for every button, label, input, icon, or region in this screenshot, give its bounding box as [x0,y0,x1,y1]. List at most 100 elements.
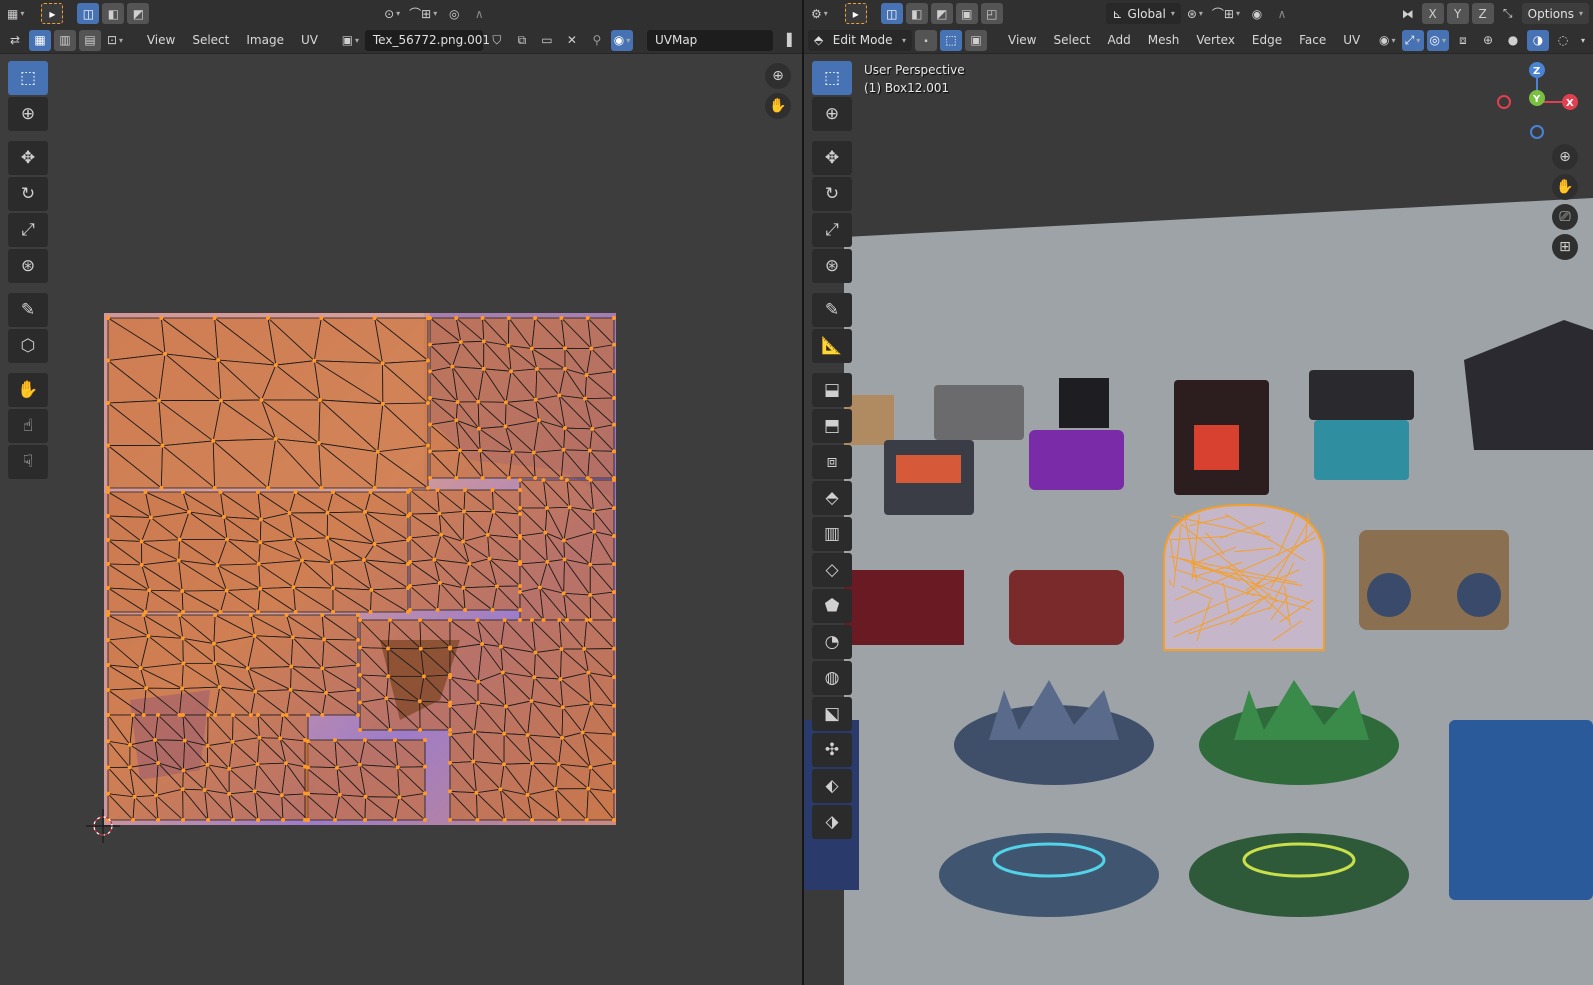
face-select-icon[interactable]: ▣ [965,29,987,51]
vp-transform-icon[interactable]: ⊛ [812,249,852,283]
vp-scale-icon[interactable]: ⤢ [812,213,852,247]
vp-inset-icon[interactable]: ⧈ [812,445,852,479]
uv-vertex [562,426,567,431]
vp-spin-icon[interactable]: ◔ [812,625,852,659]
uv-vertex [284,613,289,617]
gizmo-neg-z-icon[interactable] [1530,125,1544,139]
vp-poly-build-icon[interactable]: ⬟ [812,589,852,623]
vp-zoom-icon[interactable]: ⊕ [1552,144,1578,170]
vp-menu-vertex[interactable]: Vertex [1189,30,1242,51]
vp-cursor-icon[interactable]: ⊕ [812,97,852,131]
visibility-eye-icon[interactable]: ◉ [1376,30,1399,51]
edge-select-icon[interactable]: ⬚ [940,29,962,51]
vp-menu-view[interactable]: View [1001,30,1043,51]
vp-camera-icon[interactable]: ⎚ [1552,204,1578,230]
shading-wireframe-icon[interactable]: ⊕ [1477,30,1499,51]
gizmo-z-label: Z [1533,66,1540,77]
vp-menu-select[interactable]: Select [1046,30,1097,51]
uv-vertex [612,316,616,320]
viewport-select-tool-icon[interactable]: ▸ [844,3,867,24]
uv-vertex [587,448,592,453]
select-subtract-icon[interactable]: ◩ [930,3,953,24]
shading-solid-icon[interactable]: ● [1502,30,1524,51]
vp-perspective-grid-icon[interactable]: ⊞ [1552,234,1578,260]
mirror-x-button[interactable]: X [1421,3,1444,24]
uv-vertex [289,664,294,669]
uv-vertex [303,818,307,822]
uv-vertex [266,486,270,490]
shading-options-chevron-icon[interactable]: ▾ [1577,30,1589,51]
viewport-scene[interactable] [804,0,1593,985]
mode-dropdown[interactable]: ⬘ Edit Mode ▾ [808,29,912,51]
vertex-select-icon[interactable]: ⬝ [915,29,937,51]
vp-annotate-icon[interactable]: ✎ [812,293,852,327]
uv-vertex [227,766,232,771]
vp-shrink-fatten-icon[interactable]: ✣ [812,733,852,767]
uv-vertex [510,449,515,454]
uv-vertex [553,786,558,791]
select-intersect-icon[interactable]: ◰ [980,3,1003,24]
vp-menu-uv[interactable]: UV [1336,30,1367,51]
mirror-z-button[interactable]: Z [1471,3,1494,24]
pivot-point-icon[interactable]: ⊛ [1184,3,1206,24]
shading-rendered-icon[interactable]: ◌ [1552,30,1574,51]
uv-vertex [463,608,467,612]
vp-shear-icon[interactable]: ⬖ [812,769,852,803]
options-dropdown[interactable]: Options ▾ [1521,3,1589,24]
uv-vertex [325,535,330,540]
vp-knife-icon[interactable]: ◇ [812,553,852,587]
uv-canvas[interactable] [0,0,802,985]
select-invert-icon[interactable]: ▣ [955,3,978,24]
mirror-icon[interactable]: ⧓ [1397,3,1419,24]
select-new-icon[interactable]: ◫ [880,3,903,24]
mirror-y-button[interactable]: Y [1446,3,1469,24]
vp-rip-icon[interactable]: ⬗ [812,805,852,839]
vp-select-box-icon[interactable]: ⬚ [812,61,852,95]
select-extend-icon[interactable]: ◧ [905,3,928,24]
viewport-editor-type-icon[interactable]: ⚙ [808,3,831,24]
uv-vertex [612,396,616,400]
vp-smooth-icon[interactable]: ◍ [812,661,852,695]
viewport-snap-icon[interactable]: ⌒⊞ [1209,3,1243,24]
vp-menu-face[interactable]: Face [1292,30,1333,51]
vp-rotate-icon[interactable]: ↻ [812,177,852,211]
transform-orientation-dropdown[interactable]: ⊾ Global ▾ [1106,3,1181,24]
uv-vertex [106,514,110,518]
uv-vertex [227,791,232,796]
uv-vertex [368,610,373,614]
orientation-label: Global [1127,6,1166,21]
options-label: Options [1527,6,1574,21]
uv-vertex [518,618,522,622]
uv-vertex [202,787,207,792]
uv-vertex [461,539,466,544]
uv-vertex [583,396,588,401]
uv-vertex [299,558,304,563]
gizmo-toggle-icon[interactable]: ⤢ [1401,29,1424,51]
vp-menu-edge[interactable]: Edge [1245,30,1289,51]
uv-vertex [559,647,564,652]
vp-extrude-icon[interactable]: ⬒ [812,409,852,443]
auto-merge-icon[interactable]: ⤡ [1497,3,1519,24]
uv-vertex [303,791,307,796]
shading-material-icon[interactable]: ◑ [1527,29,1549,51]
overlays-icon[interactable]: ◎ [1426,29,1449,51]
gizmo-neg-x-icon[interactable] [1497,95,1511,109]
viewport-falloff-icon[interactable]: ∧ [1271,3,1293,24]
vp-move-icon[interactable]: ✥ [812,141,852,175]
vp-add-cube-icon[interactable]: ⬓ [812,373,852,407]
uv-vertex [153,737,158,742]
navigation-gizmo[interactable]: Z X Y [1492,60,1582,150]
uv-vertex [448,789,452,794]
xray-icon[interactable]: ⧈ [1452,30,1474,51]
viewport-proportional-icon[interactable]: ◉ [1246,3,1268,24]
uv-vertex [543,530,548,535]
vp-measure-icon[interactable]: 📐 [812,329,852,363]
vp-edge-slide-icon[interactable]: ⬕ [812,697,852,731]
vp-menu-add[interactable]: Add [1101,30,1138,51]
vp-loop-cut-icon[interactable]: ▥ [812,517,852,551]
uv-vertex [475,618,480,622]
vp-menu-mesh[interactable]: Mesh [1141,30,1187,51]
vp-pan-hand-icon[interactable]: ✋ [1552,174,1578,200]
uv-vertex [106,443,110,448]
vp-bevel-icon[interactable]: ⬘ [812,481,852,515]
